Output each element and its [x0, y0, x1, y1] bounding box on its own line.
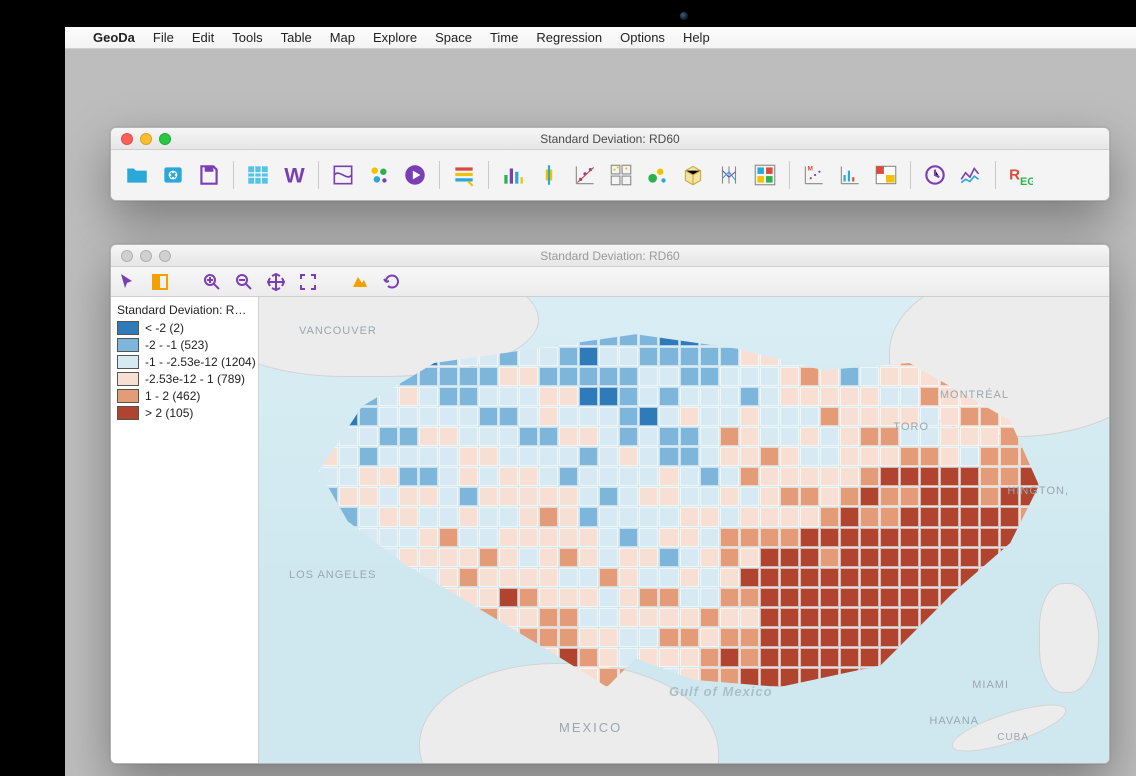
toolbar-titlebar[interactable]: Standard Deviation: RD60: [111, 128, 1109, 150]
cartogram-icon[interactable]: [364, 160, 394, 190]
moran-icon[interactable]: M: [799, 160, 829, 190]
legend-label: < -2 (2): [145, 321, 184, 335]
menu-regression[interactable]: Regression: [536, 30, 602, 45]
regression-icon[interactable]: REG: [1005, 160, 1035, 190]
legend-label: > 2 (105): [145, 406, 193, 420]
app-menu[interactable]: GeoDa: [93, 30, 135, 45]
refresh-icon[interactable]: [381, 271, 403, 293]
label-cuba: CUBA: [997, 732, 1029, 743]
label-havana: HAVANA: [929, 715, 979, 727]
pan-icon[interactable]: [265, 271, 287, 293]
geoda-toolbar-window: Standard Deviation: RD60 W M REG: [110, 127, 1110, 201]
map-canvas[interactable]: VANCOUVER MONTRÉAL TORO HINGTON, LOS ANG…: [259, 297, 1109, 763]
category-editor-icon[interactable]: [449, 160, 479, 190]
legend-row[interactable]: 1 - 2 (462): [117, 389, 254, 403]
legend-swatch: [117, 372, 139, 386]
minimize-button[interactable]: [140, 250, 152, 262]
menu-time[interactable]: Time: [490, 30, 518, 45]
camera-dot: [680, 12, 688, 20]
invert-select-icon[interactable]: [149, 271, 171, 293]
label-vancouver: VANCOUVER: [299, 325, 377, 337]
close-button[interactable]: [121, 133, 133, 145]
legend-row[interactable]: -2.53e-12 - 1 (789): [117, 372, 254, 386]
select-tool-icon[interactable]: [117, 271, 139, 293]
bubble-icon[interactable]: [642, 160, 672, 190]
legend-swatch: [117, 355, 139, 369]
choropleth-layer[interactable]: [319, 327, 1039, 687]
legend-label: -2.53e-12 - 1 (789): [145, 372, 245, 386]
legend-row[interactable]: > 2 (105): [117, 406, 254, 420]
close-button[interactable]: [121, 250, 133, 262]
zoom-button[interactable]: [159, 133, 171, 145]
histogram-icon[interactable]: [498, 160, 528, 190]
legend-row[interactable]: < -2 (2): [117, 321, 254, 335]
legend-row[interactable]: -2 - -1 (523): [117, 338, 254, 352]
label-montreal: MONTRÉAL: [940, 389, 1009, 401]
legend-label: -2 - -1 (523): [145, 338, 208, 352]
label-toronto: TORO: [893, 421, 929, 433]
time-icon[interactable]: [920, 160, 950, 190]
menu-table[interactable]: Table: [281, 30, 312, 45]
menu-file[interactable]: File: [153, 30, 174, 45]
svg-text:M: M: [808, 166, 813, 173]
boxplot-icon[interactable]: [534, 160, 564, 190]
map-title: Standard Deviation: RD60: [111, 249, 1109, 263]
label-gulf: Gulf of Mexico: [669, 684, 773, 699]
svg-text:R: R: [1009, 166, 1020, 183]
legend-swatch: [117, 321, 139, 335]
table-icon[interactable]: [243, 160, 273, 190]
map-titlebar[interactable]: Standard Deviation: RD60: [111, 245, 1109, 267]
menu-map[interactable]: Map: [330, 30, 355, 45]
legend-title: Standard Deviation: RD60: [117, 303, 254, 317]
legend-swatch: [117, 406, 139, 420]
animation-icon[interactable]: [400, 160, 430, 190]
open-icon[interactable]: [122, 160, 152, 190]
pc-plot-icon[interactable]: [714, 160, 744, 190]
menu-explore[interactable]: Explore: [373, 30, 417, 45]
menu-options[interactable]: Options: [620, 30, 665, 45]
legend-swatch: [117, 338, 139, 352]
legend-label: 1 - 2 (462): [145, 389, 200, 403]
menu-edit[interactable]: Edit: [192, 30, 214, 45]
save-icon[interactable]: [194, 160, 224, 190]
zoom-in-icon[interactable]: [201, 271, 223, 293]
legend-swatch: [117, 389, 139, 403]
scatter-icon[interactable]: [570, 160, 600, 190]
map-themes-icon[interactable]: [328, 160, 358, 190]
map-legend: Standard Deviation: RD60 < -2 (2) -2 - -1…: [111, 297, 259, 763]
map-toolbar: [111, 267, 1109, 297]
menu-tools[interactable]: Tools: [232, 30, 262, 45]
label-miami: MIAMI: [972, 679, 1009, 691]
map-window: Standard Deviation: RD60 Standard Deviat…: [110, 244, 1110, 764]
weights-icon[interactable]: W: [279, 160, 309, 190]
zoom-out-icon[interactable]: [233, 271, 255, 293]
conditional-icon[interactable]: [750, 160, 780, 190]
zoom-button[interactable]: [159, 250, 171, 262]
extent-icon[interactable]: [297, 271, 319, 293]
label-la: LOS ANGELES: [289, 569, 376, 581]
mac-menubar: GeoDa File Edit Tools Table Map Explore …: [65, 27, 1136, 49]
cube-3d-icon[interactable]: [678, 160, 708, 190]
legend-row[interactable]: -1 - -2.53e-12 (1204): [117, 355, 254, 369]
diff-moran-icon[interactable]: [835, 160, 865, 190]
legend-label: -1 - -2.53e-12 (1204): [145, 355, 256, 369]
time-series-icon[interactable]: [956, 160, 986, 190]
basemap-icon[interactable]: [349, 271, 371, 293]
label-washington: HINGTON,: [1007, 485, 1069, 497]
close-project-icon[interactable]: [158, 160, 188, 190]
menu-help[interactable]: Help: [683, 30, 710, 45]
menu-space[interactable]: Space: [435, 30, 472, 45]
scatter-matrix-icon[interactable]: [606, 160, 636, 190]
lisa-icon[interactable]: [871, 160, 901, 190]
toolbar-title: Standard Deviation: RD60: [111, 132, 1109, 146]
svg-text:EG: EG: [1020, 176, 1033, 188]
minimize-button[interactable]: [140, 133, 152, 145]
svg-text:W: W: [284, 163, 305, 188]
label-mexico: MEXICO: [559, 720, 622, 735]
